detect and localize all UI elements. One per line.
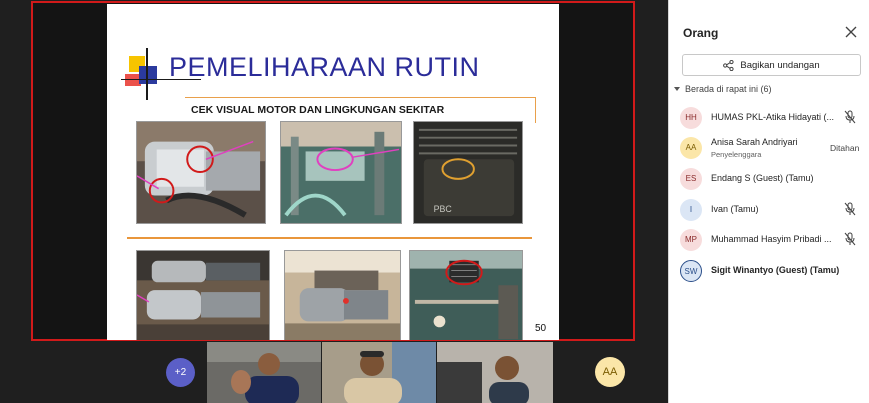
participant-avatar: HH — [680, 107, 702, 129]
participant-avatar: AA — [680, 137, 702, 159]
meeting-stage: PEMELIHARAAN RUTIN CEK VISUAL MOTOR DAN … — [0, 0, 668, 403]
participant-item[interactable]: SW Sigit Winantyo (Guest) (Tamu) — [669, 255, 869, 285]
slide-subtitle: CEK VISUAL MOTOR DAN LINGKUNGAN SEKITAR — [191, 104, 445, 116]
participant-avatar: I — [680, 199, 702, 221]
close-button[interactable] — [844, 25, 858, 39]
participant-item[interactable]: I Ivan (Tamu) — [669, 194, 869, 224]
in-meeting-section-header[interactable]: Berada di rapat ini (6) — [674, 84, 772, 94]
self-avatar[interactable]: AA — [595, 357, 625, 387]
share-invite-button[interactable]: Bagikan undangan — [682, 54, 861, 76]
slide-decoration-vline — [146, 48, 148, 100]
video-tile-3[interactable] — [437, 342, 553, 403]
slide-divider-middle — [127, 237, 532, 239]
participant-role: Penyelenggara — [711, 150, 762, 159]
participant-item[interactable]: AA Anisa Sarah Andriyari Penyelenggara D… — [669, 132, 869, 162]
people-panel: Orang Bagikan undangan Berada di rapat i… — [668, 0, 869, 403]
mic-muted-icon — [844, 110, 856, 124]
more-participants-badge[interactable]: +2 — [166, 358, 195, 387]
participant-name: Anisa Sarah Andriyari — [711, 137, 798, 147]
slide-divider-right — [535, 97, 536, 123]
photo-brand-label: PBC — [434, 204, 453, 214]
slide-decoration-blue — [139, 66, 157, 84]
motor-photo-6 — [409, 250, 523, 340]
video-tile-1[interactable] — [207, 342, 321, 403]
participant-status: Ditahan — [830, 143, 860, 153]
slide-divider-top — [185, 97, 535, 98]
in-meeting-section-label: Berada di rapat ini (6) — [685, 84, 772, 94]
share-invite-label: Bagikan undangan — [740, 59, 820, 71]
motor-photo-2 — [280, 121, 402, 224]
share-icon — [723, 59, 734, 71]
participant-avatar: SW — [680, 260, 702, 282]
slide-page-number: 50 — [535, 323, 547, 334]
screen-share-frame[interactable]: PEMELIHARAAN RUTIN CEK VISUAL MOTOR DAN … — [31, 1, 635, 341]
presentation-slide: PEMELIHARAAN RUTIN CEK VISUAL MOTOR DAN … — [107, 4, 559, 340]
participant-name: Ivan (Tamu) — [711, 204, 759, 214]
mic-muted-icon — [844, 202, 856, 216]
participant-item[interactable]: ES Endang S (Guest) (Tamu) — [669, 163, 869, 193]
participant-name: HUMAS PKL-Atika Hidayati (... — [711, 112, 835, 122]
slide-title: PEMELIHARAAN RUTIN — [169, 52, 480, 82]
motor-photo-3: PBC — [413, 121, 523, 224]
close-icon — [845, 26, 857, 38]
motor-photo-5 — [284, 250, 401, 340]
motor-photo-4 — [136, 250, 270, 340]
panel-title: Orang — [683, 26, 719, 40]
mic-muted-icon — [844, 232, 856, 246]
participant-avatar: ES — [680, 168, 702, 190]
participant-avatar: MP — [680, 229, 702, 251]
participant-name: Sigit Winantyo (Guest) (Tamu) — [711, 265, 840, 275]
video-tile-2[interactable] — [322, 342, 436, 403]
participant-name: Muhammad Hasyim Pribadi ... — [711, 234, 832, 244]
participant-item[interactable]: HH HUMAS PKL-Atika Hidayati (... — [669, 102, 869, 132]
participant-item[interactable]: MP Muhammad Hasyim Pribadi ... — [669, 224, 869, 254]
chevron-down-icon — [674, 87, 680, 91]
motor-photo-1 — [136, 121, 266, 224]
participant-name: Endang S (Guest) (Tamu) — [711, 173, 814, 183]
